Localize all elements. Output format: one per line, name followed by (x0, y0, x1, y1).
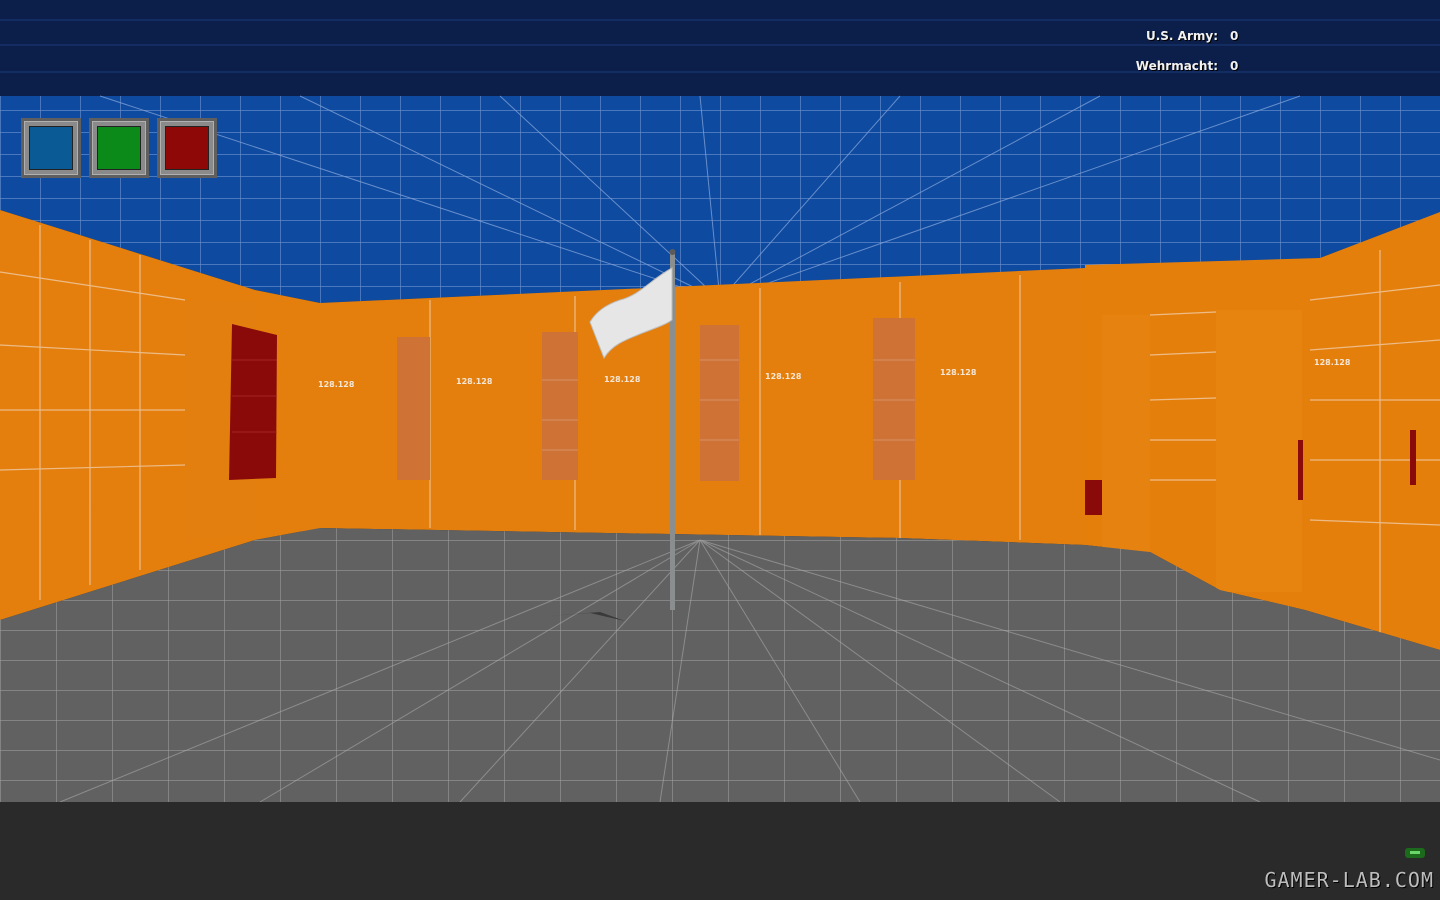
panel-1 (397, 337, 430, 480)
wall-label: 128.128 (1314, 358, 1351, 367)
blue-squad-button[interactable] (21, 118, 81, 178)
watermark: GAMER-LAB.COM (1264, 868, 1434, 892)
panel-3 (700, 325, 739, 481)
score-panel: U.S. Army: 0 Wehrmacht: 0 (1120, 26, 1270, 86)
blue-swatch (29, 126, 73, 170)
score-row-wehrmacht: Wehrmacht: 0 (1120, 56, 1270, 86)
right-pillar (1102, 315, 1150, 552)
squad-selector (21, 118, 217, 178)
wall-label: 128.128 (940, 368, 977, 377)
green-swatch (97, 126, 141, 170)
panel-2 (542, 332, 578, 480)
flag-pole-top (669, 249, 676, 255)
wall-label: 128.128 (456, 377, 493, 386)
red-panel-right-2 (1298, 440, 1303, 500)
green-squad-button[interactable] (89, 118, 149, 178)
bottom-hud-bar: GAMER-LAB.COM (0, 802, 1440, 900)
panel-4 (873, 318, 915, 480)
team-name-wehrmacht: Wehrmacht: (1135, 59, 1218, 73)
red-panel-right (1410, 430, 1416, 485)
right-column (1216, 310, 1302, 592)
gamer-lab-logo-icon (1405, 848, 1425, 858)
wall-label: 128.128 (765, 372, 802, 381)
wall-label: 128.128 (604, 375, 641, 384)
team-score-us-army: 0 (1230, 29, 1239, 43)
team-score-wehrmacht: 0 (1230, 59, 1239, 73)
wall-label: 128.128 (318, 380, 355, 389)
score-row-us-army: U.S. Army: 0 (1120, 26, 1270, 56)
red-squad-button[interactable] (157, 118, 217, 178)
red-swatch (165, 126, 209, 170)
team-name-us-army: U.S. Army: (1145, 29, 1218, 43)
red-panel-left (229, 324, 277, 480)
red-panel-door (1085, 480, 1102, 515)
